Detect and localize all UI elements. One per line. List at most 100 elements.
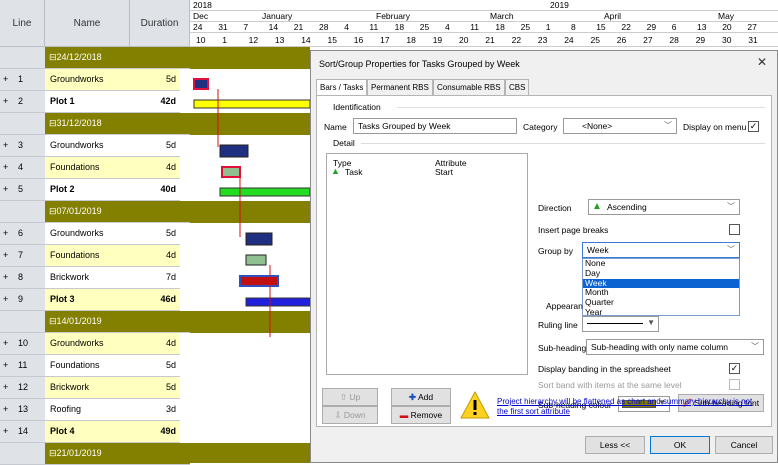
category-select[interactable]: <None> ﹀: [563, 118, 677, 134]
collapse-icon[interactable]: ⊟: [49, 206, 57, 216]
collapse-icon[interactable]: ⊟: [49, 316, 57, 326]
task-name[interactable]: Groundworks: [45, 135, 130, 157]
ok-button[interactable]: OK: [650, 436, 710, 454]
task-duration[interactable]: 5d: [130, 69, 180, 91]
sort-band-checkbox[interactable]: [729, 379, 740, 390]
group-heading[interactable]: ⊟24/12/2018: [45, 47, 190, 69]
group-by-option[interactable]: Quarter: [583, 297, 739, 308]
task-duration[interactable]: 7d: [130, 267, 180, 289]
task-duration[interactable]: 4d: [130, 333, 180, 355]
remove-button[interactable]: ▬ Remove: [391, 406, 451, 424]
expand-icon[interactable]: +: [3, 426, 8, 436]
insert-page-breaks-checkbox[interactable]: [729, 224, 740, 235]
up-button[interactable]: ⇧ Up: [322, 388, 378, 406]
close-icon[interactable]: ✕: [757, 55, 767, 69]
task-name[interactable]: Plot 1: [45, 91, 130, 113]
expand-icon[interactable]: +: [3, 228, 8, 238]
group-row[interactable]: ⊟14/01/2019: [0, 311, 190, 333]
group-heading[interactable]: ⊟07/01/2019: [45, 201, 190, 223]
group-by-select[interactable]: Week ﹀: [582, 242, 740, 258]
task-name[interactable]: Groundworks: [45, 223, 130, 245]
down-button[interactable]: ⇩ Down: [322, 406, 378, 424]
table-row[interactable]: +11 Foundations 5d: [0, 355, 190, 377]
less-button[interactable]: Less <<: [585, 436, 645, 454]
add-button[interactable]: ✚ Add: [391, 388, 451, 406]
group-row[interactable]: ⊟31/12/2018: [0, 113, 190, 135]
line-column-header[interactable]: Line: [0, 0, 45, 47]
task-name[interactable]: Foundations: [45, 157, 130, 179]
task-name[interactable]: Brickwork: [45, 377, 130, 399]
task-duration[interactable]: 46d: [130, 289, 180, 311]
task-duration[interactable]: 5d: [130, 377, 180, 399]
task-name[interactable]: Brickwork: [45, 267, 130, 289]
expand-icon[interactable]: +: [3, 382, 8, 392]
tab-bars-tasks[interactable]: Bars / Tasks: [316, 79, 367, 96]
display-banding-checkbox[interactable]: ✓: [729, 363, 740, 374]
name-input[interactable]: Tasks Grouped by Week: [353, 118, 517, 134]
cancel-button[interactable]: Cancel: [715, 436, 773, 454]
task-name[interactable]: Plot 4: [45, 421, 130, 443]
task-duration[interactable]: 5d: [130, 355, 180, 377]
group-heading[interactable]: ⊟14/01/2019: [45, 311, 190, 333]
task-duration[interactable]: 40d: [130, 179, 180, 201]
table-row[interactable]: +5 Plot 2 40d: [0, 179, 190, 201]
table-row[interactable]: +6 Groundworks 5d: [0, 223, 190, 245]
ruling-line-select[interactable]: ▼: [582, 316, 659, 332]
collapse-icon[interactable]: ⊟: [49, 448, 57, 458]
expand-icon[interactable]: +: [3, 184, 8, 194]
expand-icon[interactable]: +: [3, 272, 8, 282]
expand-icon[interactable]: +: [3, 96, 8, 106]
task-name[interactable]: Foundations: [45, 245, 130, 267]
task-duration[interactable]: 4d: [130, 157, 180, 179]
collapse-icon[interactable]: ⊟: [49, 118, 57, 128]
table-row[interactable]: +14 Plot 4 49d: [0, 421, 190, 443]
expand-icon[interactable]: +: [3, 250, 8, 260]
sort-detail-list[interactable]: Type Attribute ▲ Task Start: [326, 153, 528, 375]
name-column-header[interactable]: Name: [45, 0, 130, 47]
task-duration[interactable]: 4d: [130, 245, 180, 267]
expand-icon[interactable]: +: [3, 162, 8, 172]
table-row[interactable]: +12 Brickwork 5d: [0, 377, 190, 399]
table-row[interactable]: +7 Foundations 4d: [0, 245, 190, 267]
task-name[interactable]: Groundworks: [45, 69, 130, 91]
duration-column-header[interactable]: Duration: [130, 0, 190, 47]
list-item[interactable]: ▲ Task Start: [329, 166, 525, 177]
group-row[interactable]: ⊟21/01/2019: [0, 443, 190, 465]
group-heading[interactable]: ⊟31/12/2018: [45, 113, 190, 135]
expand-icon[interactable]: +: [3, 338, 8, 348]
table-row[interactable]: +1 Groundworks 5d: [0, 69, 190, 91]
tab-permanent-rbs[interactable]: Permanent RBS: [367, 79, 433, 95]
group-by-option[interactable]: None: [583, 258, 739, 269]
direction-select[interactable]: ▲ Ascending ﹀: [588, 199, 740, 215]
table-row[interactable]: +10 Groundworks 4d: [0, 333, 190, 355]
task-name[interactable]: Groundworks: [45, 333, 130, 355]
table-row[interactable]: +9 Plot 3 46d: [0, 289, 190, 311]
group-row[interactable]: ⊟07/01/2019: [0, 201, 190, 223]
expand-icon[interactable]: +: [3, 294, 8, 304]
task-name[interactable]: Plot 3: [45, 289, 130, 311]
subheading-select[interactable]: Sub-heading with only name column ﹀: [586, 339, 764, 355]
task-name[interactable]: Roofing: [45, 399, 130, 421]
expand-icon[interactable]: +: [3, 404, 8, 414]
tab-consumable-rbs[interactable]: Consumable RBS: [433, 79, 505, 95]
table-row[interactable]: +3 Groundworks 5d: [0, 135, 190, 157]
hierarchy-warning-link[interactable]: Project hierarchy will be flattened as c…: [497, 397, 759, 417]
task-name[interactable]: Foundations: [45, 355, 130, 377]
task-duration[interactable]: 42d: [130, 91, 180, 113]
task-duration[interactable]: 5d: [130, 135, 180, 157]
group-heading[interactable]: ⊟21/01/2019: [45, 443, 190, 465]
display-on-menu-checkbox[interactable]: ✓: [748, 121, 759, 132]
task-duration[interactable]: 5d: [130, 223, 180, 245]
group-row[interactable]: ⊟24/12/2018: [0, 47, 190, 69]
expand-icon[interactable]: +: [3, 360, 8, 370]
table-row[interactable]: +4 Foundations 4d: [0, 157, 190, 179]
task-duration[interactable]: 49d: [130, 421, 180, 443]
tab-cbs[interactable]: CBS: [505, 79, 529, 95]
expand-icon[interactable]: +: [3, 74, 8, 84]
expand-icon[interactable]: +: [3, 140, 8, 150]
task-name[interactable]: Plot 2: [45, 179, 130, 201]
collapse-icon[interactable]: ⊟: [49, 52, 57, 62]
task-duration[interactable]: 3d: [130, 399, 180, 421]
table-row[interactable]: +2 Plot 1 42d: [0, 91, 190, 113]
table-row[interactable]: +8 Brickwork 7d: [0, 267, 190, 289]
